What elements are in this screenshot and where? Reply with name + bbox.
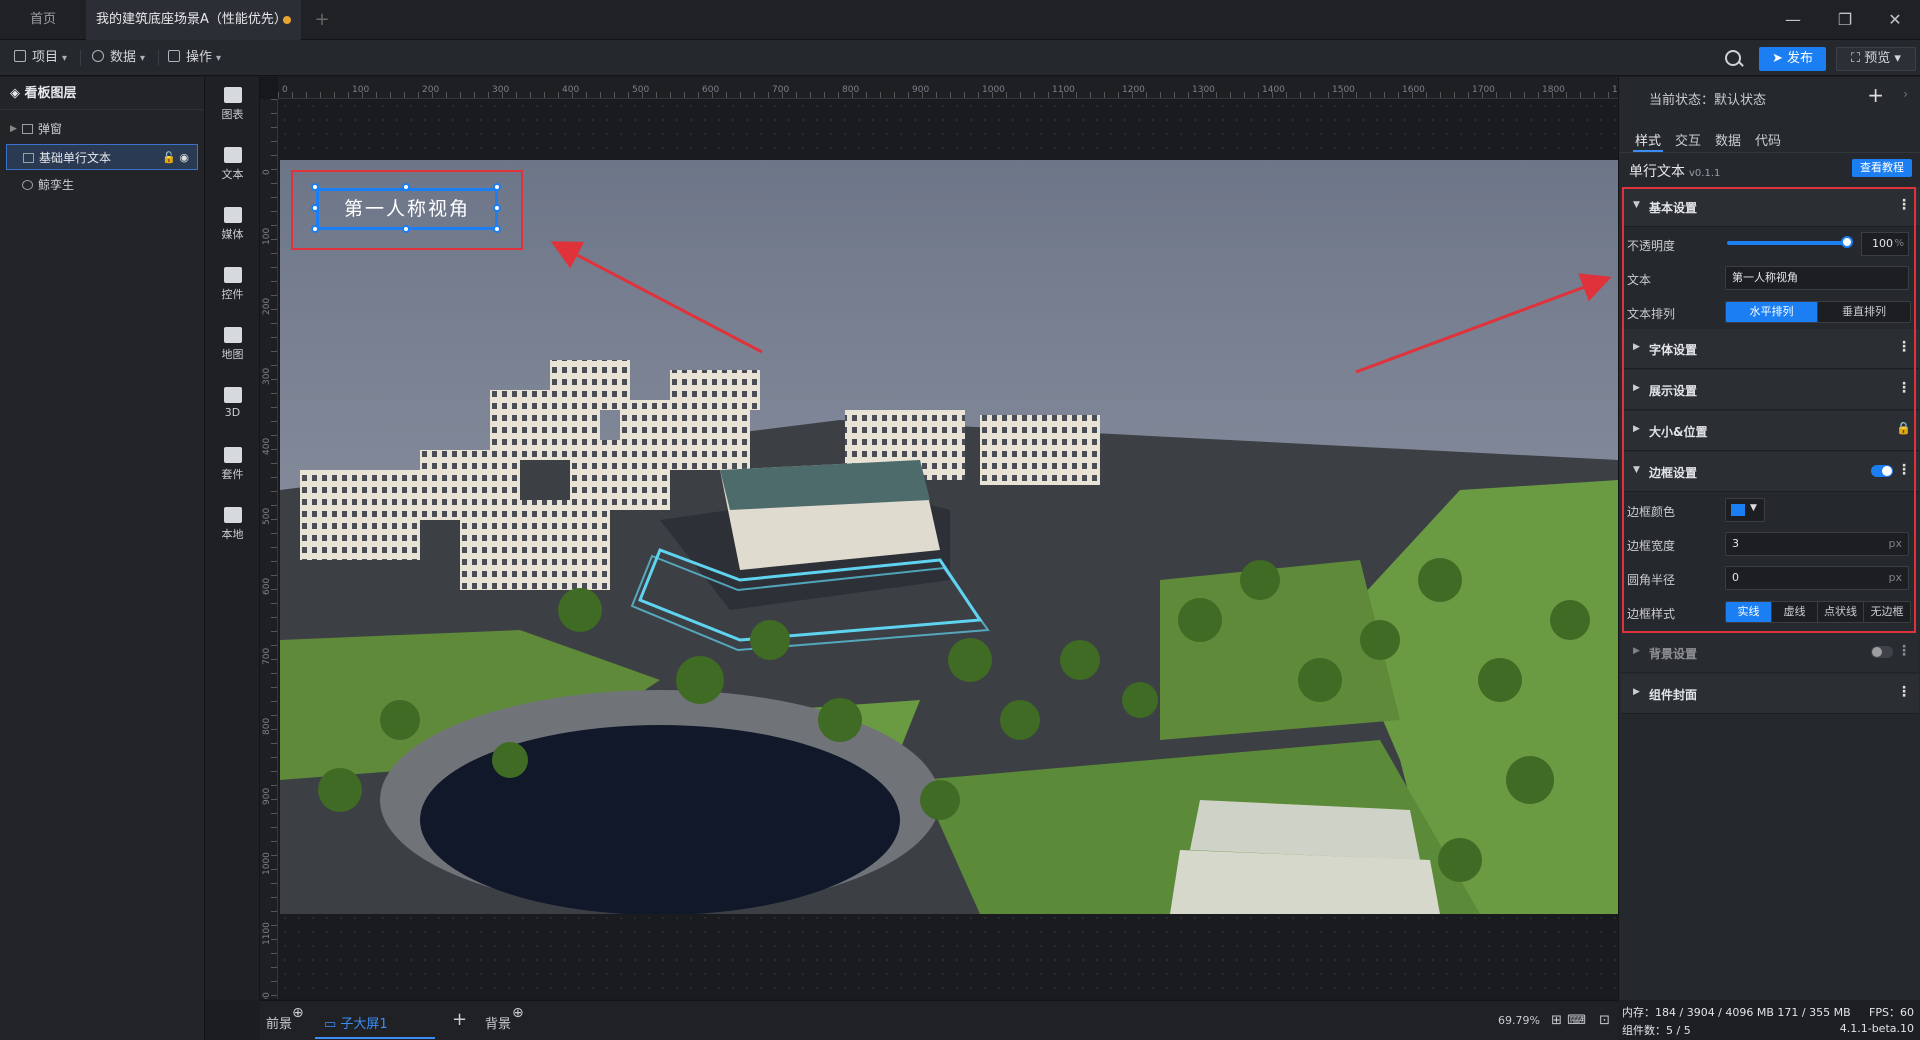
back-layer-tab[interactable]: 背景 bbox=[485, 1013, 511, 1032]
memory-value: 184 / 3904 / 4096 MB bbox=[1655, 1006, 1774, 1019]
memory-label: 内存： bbox=[1622, 1006, 1655, 1019]
state-value: 默认状态 bbox=[1714, 93, 1767, 108]
component-title: 单行文本 v0.1.1 bbox=[1629, 161, 1720, 181]
section-background[interactable]: ▶ 背景设置 ⋮ bbox=[1621, 633, 1919, 673]
tab-code[interactable]: 代码 bbox=[1755, 130, 1781, 149]
keyboard-icon[interactable]: ⌨ bbox=[1567, 1013, 1586, 1028]
property-tabs: 样式 交互 数据 代码 bbox=[1619, 121, 1920, 153]
count-label: 组件数： bbox=[1622, 1024, 1666, 1037]
add-circle-icon[interactable]: ⊕ bbox=[512, 1005, 524, 1021]
tab-data[interactable]: 数据 bbox=[1715, 130, 1741, 149]
memory-value-2: 171 / 355 MB bbox=[1777, 1006, 1851, 1019]
monitor-icon: ▭ bbox=[324, 1017, 341, 1032]
memory-status: 内存：184 / 3904 / 4096 MB 171 / 355 MB bbox=[1622, 1004, 1851, 1020]
count-value: 5 / 5 bbox=[1666, 1024, 1691, 1037]
zoom-level[interactable]: 69.79% bbox=[1498, 1014, 1540, 1027]
tab-style[interactable]: 样式 bbox=[1635, 130, 1661, 149]
fps-label: FPS： bbox=[1869, 1006, 1900, 1019]
state-indicator[interactable]: 当前状态：默认状态 bbox=[1649, 89, 1766, 108]
active-tab-underline bbox=[315, 1037, 435, 1039]
section-cover[interactable]: ▶ 组件封面 ⋮ bbox=[1621, 674, 1919, 714]
active-tab-underline bbox=[1633, 150, 1663, 152]
caret-right-icon: ▶ bbox=[1633, 646, 1640, 656]
toggle-knob bbox=[1872, 647, 1882, 657]
terminal-icon[interactable]: ⊡ bbox=[1599, 1013, 1610, 1028]
more-icon[interactable]: ⋮ bbox=[1897, 684, 1911, 700]
section-title: 组件封面 bbox=[1649, 688, 1698, 702]
app-version: 4.1.1-beta.10 bbox=[1839, 1022, 1914, 1035]
component-count: 组件数：5 / 5 bbox=[1622, 1022, 1691, 1038]
child-screen-label: 子大屏1 bbox=[340, 1017, 388, 1032]
tutorial-button[interactable]: 查看教程 bbox=[1852, 159, 1912, 177]
front-layer-tab[interactable]: 前景 bbox=[266, 1013, 292, 1032]
caret-right-icon: ▶ bbox=[1633, 687, 1640, 697]
add-circle-icon[interactable]: ⊕ bbox=[292, 1005, 304, 1021]
add-state-button[interactable]: + bbox=[1867, 83, 1884, 107]
state-label: 当前状态： bbox=[1649, 93, 1715, 108]
add-screen-button[interactable]: + bbox=[452, 1009, 467, 1030]
tab-interaction[interactable]: 交互 bbox=[1675, 130, 1701, 149]
fps-value: 60 bbox=[1900, 1006, 1914, 1019]
section-title: 背景设置 bbox=[1649, 647, 1698, 661]
background-toggle[interactable] bbox=[1871, 646, 1893, 658]
child-screen-tab[interactable]: ▭ 子大屏1 bbox=[324, 1013, 388, 1032]
fps-status: FPS：60 bbox=[1869, 1004, 1914, 1020]
chevron-right-icon[interactable]: › bbox=[1903, 87, 1908, 101]
component-version: v0.1.1 bbox=[1689, 168, 1721, 179]
fit-icon[interactable]: ⊞ bbox=[1551, 1013, 1562, 1028]
screen-bar: 前景 ⊕ ▭ 子大屏1 + 背景 ⊕ 69.79% ⊞ ⌨ ⊡ bbox=[260, 1000, 1618, 1040]
annotation-box bbox=[1622, 187, 1916, 633]
component-name: 单行文本 bbox=[1629, 164, 1685, 180]
status-bar: 内存：184 / 3904 / 4096 MB 171 / 355 MB FPS… bbox=[1618, 1000, 1920, 1040]
more-icon[interactable]: ⋮ bbox=[1897, 643, 1911, 659]
